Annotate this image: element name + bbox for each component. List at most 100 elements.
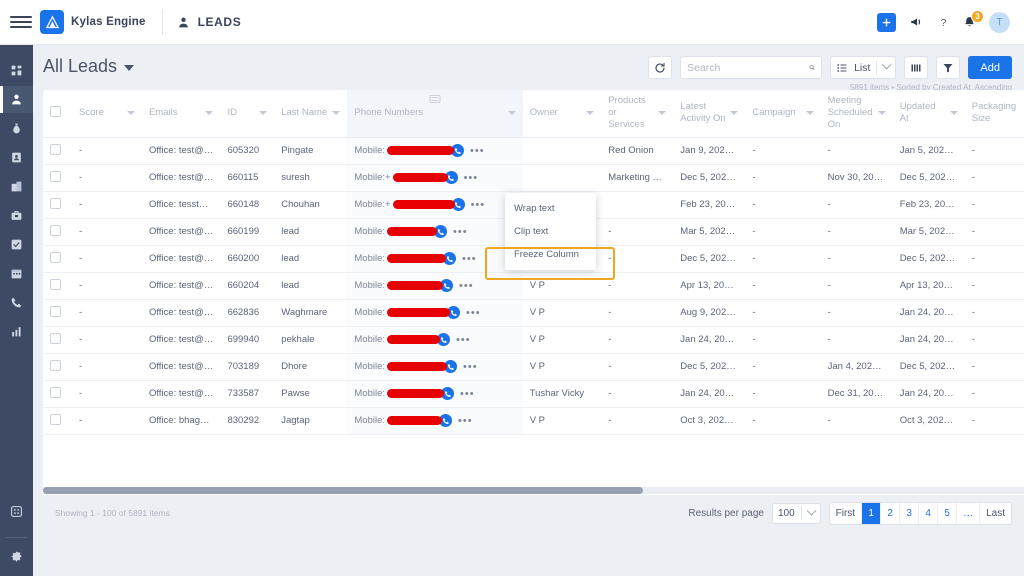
row-checkbox[interactable] [50, 387, 61, 398]
column-header-products-or-services[interactable]: Products or Services [601, 90, 673, 137]
row-checkbox[interactable] [50, 171, 61, 182]
row-checkbox[interactable] [50, 360, 61, 371]
column-header-meeting-scheduled-on[interactable]: Meeting Scheduled On [821, 90, 893, 137]
sidebar-item-tasks[interactable] [0, 231, 33, 258]
table-row[interactable]: -Office: test@kyl...699940pekhaleMobile:… [43, 326, 1024, 353]
sidebar-item-reports[interactable] [0, 318, 33, 345]
sidebar-item-settings[interactable] [0, 543, 33, 570]
table-row[interactable]: -Office: test@kyl...660204leadMobile:•••… [43, 272, 1024, 299]
table-row[interactable]: -Office: test@em...703189DhoreMobile:•••… [43, 353, 1024, 380]
help-button[interactable]: ? [937, 15, 950, 29]
add-button[interactable]: Add [968, 56, 1012, 79]
sidebar-item-products[interactable] [0, 202, 33, 229]
sidebar-item-leads[interactable] [0, 86, 33, 113]
chevron-down-icon[interactable] [259, 111, 267, 115]
hamburger-menu-icon[interactable] [10, 11, 32, 33]
columns-button[interactable] [904, 56, 928, 79]
avatar[interactable]: T [989, 12, 1010, 33]
row-checkbox[interactable] [50, 279, 61, 290]
announcements-button[interactable] [909, 15, 924, 29]
chevron-down-icon[interactable] [878, 111, 886, 115]
column-header-score[interactable]: Score [72, 90, 142, 137]
filter-button[interactable] [936, 56, 960, 79]
column-header-latest-activity-on[interactable]: Latest Activity On [673, 90, 745, 137]
context-menu-item-wrap-text[interactable]: Wrap text [505, 197, 596, 220]
column-header-owner[interactable]: Owner [523, 90, 602, 137]
quick-add-button[interactable] [877, 13, 896, 32]
sidebar-item-calls[interactable] [0, 289, 33, 316]
results-per-page-select[interactable]: 100 [772, 503, 821, 524]
row-menu-icon[interactable]: ••• [463, 361, 478, 373]
chevron-down-icon[interactable] [882, 60, 892, 70]
page-button-2[interactable]: 2 [881, 503, 900, 524]
column-header-campaign[interactable]: Campaign [745, 90, 820, 137]
row-menu-icon[interactable]: ••• [464, 172, 479, 184]
column-header-id[interactable]: ID [220, 90, 274, 137]
view-selector[interactable]: List [830, 56, 896, 79]
search-icon[interactable] [809, 62, 815, 73]
page-button-[interactable]: … [957, 503, 980, 524]
notifications-button[interactable]: 3 [963, 15, 976, 29]
table-row[interactable]: -Office: test@em...660115sureshMobile:+•… [43, 164, 1024, 191]
scrollbar-thumb[interactable] [43, 487, 643, 494]
refresh-button[interactable] [648, 56, 672, 79]
page-button-first[interactable]: First [830, 503, 862, 524]
column-header-phone-numbers[interactable]: Phone Numbers [347, 90, 522, 137]
table-row[interactable]: -Office: test@kyl...733587PawseMobile:••… [43, 380, 1024, 407]
page-button-5[interactable]: 5 [938, 503, 957, 524]
context-menu-item-clip-text[interactable]: Clip text [505, 220, 596, 243]
row-checkbox[interactable] [50, 198, 61, 209]
column-header-last-name[interactable]: Last Name [274, 90, 347, 137]
column-header-packaging-size[interactable]: Packaging Size [965, 90, 1024, 137]
row-checkbox[interactable] [50, 225, 61, 236]
sidebar-item-dashboard[interactable] [0, 57, 33, 84]
chevron-down-icon[interactable] [806, 111, 814, 115]
chevron-down-icon[interactable] [508, 111, 516, 115]
row-menu-icon[interactable]: ••• [453, 226, 468, 238]
chevron-down-icon[interactable] [730, 111, 738, 115]
page-button-1[interactable]: 1 [862, 503, 881, 524]
brand[interactable]: Kylas Engine [40, 10, 146, 34]
sidebar-item-calendar[interactable] [0, 260, 33, 287]
select-all-checkbox[interactable] [50, 106, 61, 117]
chevron-down-icon[interactable] [658, 111, 666, 115]
table-row[interactable]: -Office: test@kyl...662836WaghmareMobile… [43, 299, 1024, 326]
chevron-down-icon[interactable] [806, 505, 816, 515]
row-checkbox[interactable] [50, 144, 61, 155]
chevron-down-icon[interactable] [205, 111, 213, 115]
sidebar-item-deals[interactable] [0, 115, 33, 142]
chevron-down-icon[interactable] [127, 111, 135, 115]
row-menu-icon[interactable]: ••• [459, 280, 474, 292]
sidebar-item-companies[interactable] [0, 173, 33, 200]
page-title[interactable]: All Leads [43, 56, 134, 77]
sidebar-item-contacts[interactable] [0, 144, 33, 171]
row-checkbox[interactable] [50, 252, 61, 263]
row-menu-icon[interactable]: ••• [470, 145, 485, 157]
column-header-updated-at[interactable]: Updated At [893, 90, 965, 137]
row-menu-icon[interactable]: ••• [458, 415, 473, 427]
module-leads[interactable]: LEADS [177, 15, 242, 29]
horizontal-scrollbar[interactable] [43, 487, 1024, 494]
column-drag-handle-icon[interactable] [430, 95, 441, 103]
search-box[interactable] [680, 56, 822, 79]
row-checkbox[interactable] [50, 333, 61, 344]
context-menu-item-freeze-column[interactable]: Freeze Column [505, 243, 596, 266]
row-menu-icon[interactable]: ••• [471, 199, 486, 211]
row-menu-icon[interactable]: ••• [462, 253, 477, 265]
chevron-down-icon[interactable] [950, 111, 958, 115]
row-menu-icon[interactable]: ••• [460, 388, 475, 400]
sidebar-item-marketplace[interactable] [0, 498, 33, 525]
page-button-last[interactable]: Last [980, 503, 1011, 524]
chevron-down-icon[interactable] [332, 111, 340, 115]
page-button-3[interactable]: 3 [900, 503, 919, 524]
table-row[interactable]: -Office: test@kyl...605320PingateMobile:… [43, 137, 1024, 164]
column-header-emails[interactable]: Emails [142, 90, 221, 137]
table-row[interactable]: -Office: bhagwat...830292JagtapMobile:••… [43, 407, 1024, 434]
row-checkbox[interactable] [50, 306, 61, 317]
chevron-down-icon[interactable] [586, 111, 594, 115]
row-checkbox[interactable] [50, 414, 61, 425]
page-button-4[interactable]: 4 [919, 503, 938, 524]
row-menu-icon[interactable]: ••• [466, 307, 481, 319]
search-input[interactable] [687, 62, 805, 74]
row-menu-icon[interactable]: ••• [456, 334, 471, 346]
